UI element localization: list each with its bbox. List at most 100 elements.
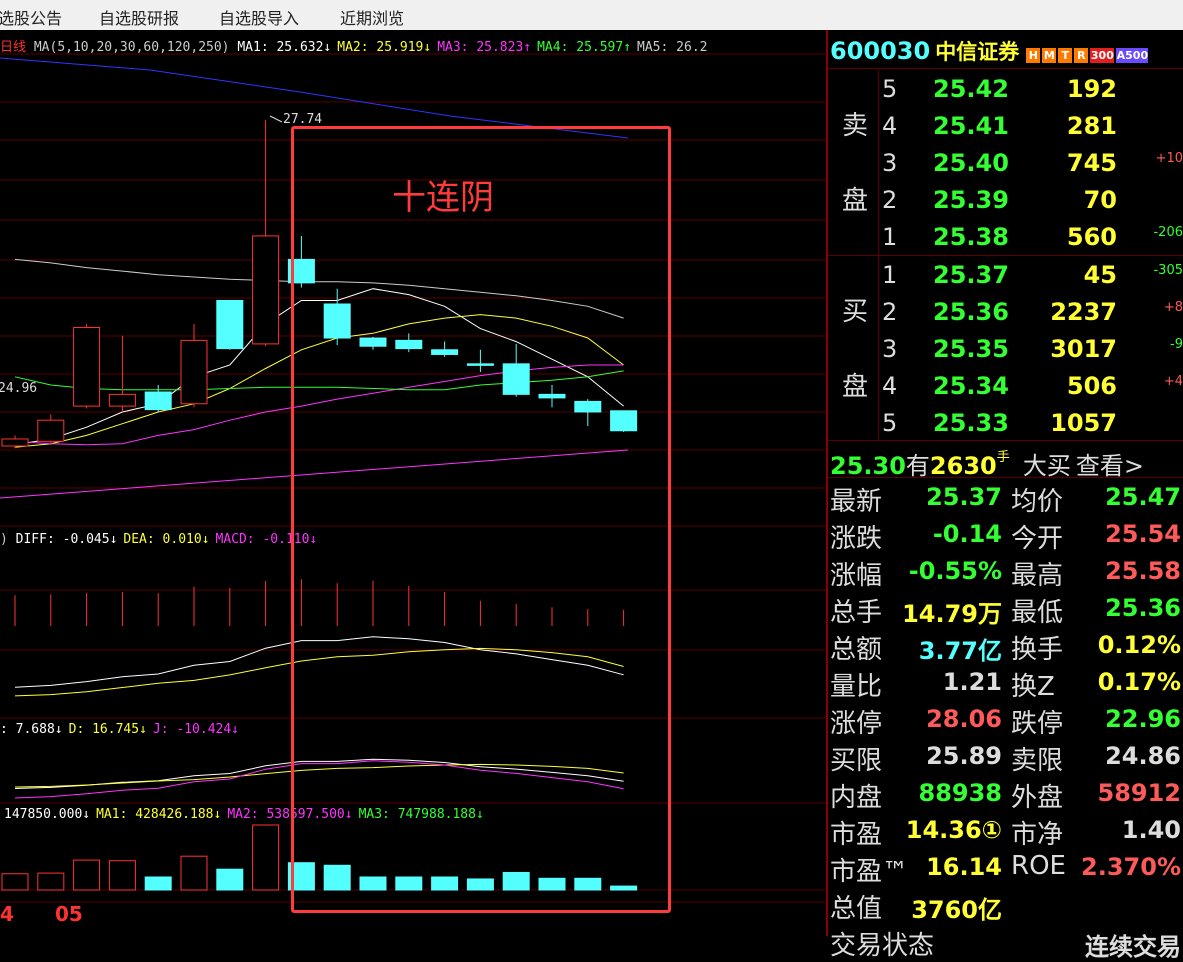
stat-value: -0.14: [932, 520, 1002, 548]
buy-level-number: 3: [882, 335, 898, 363]
sell-level-row[interactable]: 2 25.39 70: [828, 182, 1183, 219]
stat-label: 最新: [830, 487, 883, 517]
buy-level-number: 2: [882, 298, 898, 326]
divider: [828, 440, 1183, 441]
stat-label: 卖限: [1011, 746, 1064, 776]
buy-level-price: 25.35: [933, 335, 1009, 363]
candle[interactable]: [216, 299, 244, 350]
badge-300[interactable]: 300: [1090, 48, 1115, 63]
stat-label: 涨幅: [830, 561, 883, 591]
menu-item-stock-import[interactable]: 自选股导入: [219, 5, 299, 29]
buy-level-row[interactable]: 1 25.37 45 -305: [828, 257, 1183, 294]
sell-level-volume: 560: [1066, 223, 1117, 251]
stat-value: 0.12%: [1097, 631, 1181, 659]
stat-value: 25.58: [1105, 557, 1181, 585]
buy-level-row[interactable]: 5 25.33 1057: [828, 405, 1183, 442]
big-order-price: 25.30: [830, 452, 906, 480]
buy-level-price: 25.36: [933, 298, 1009, 326]
sell-level-price: 25.42: [933, 75, 1009, 103]
stat-label: 市盈: [830, 820, 883, 850]
stat-label: 今开: [1011, 524, 1064, 554]
big-order-has: 有: [905, 452, 930, 480]
stat-value: 3760亿: [911, 896, 1002, 924]
buy-level-volume: 3017: [1050, 335, 1117, 363]
badge-r[interactable]: R: [1074, 48, 1089, 63]
candle-body: [252, 235, 280, 345]
stat-label: 量比: [830, 672, 883, 702]
sell-level-price: 25.41: [933, 112, 1009, 140]
stat-value: 1.21: [942, 668, 1002, 696]
stat-label: 换Z: [1011, 672, 1055, 702]
stat-row: 总值 3760亿: [828, 886, 1183, 924]
volume-bar: [180, 855, 208, 891]
sell-level-volume: 745: [1066, 149, 1117, 177]
low-marker-label: 24.96: [0, 381, 38, 396]
sell-level-volume: 192: [1066, 75, 1117, 103]
buy-level-row[interactable]: 2 25.36 2237 +8: [828, 294, 1183, 331]
stat-row: 最新 25.37 均价 25.47: [828, 479, 1183, 517]
stat-label: 总手: [830, 598, 883, 628]
sell-level-row[interactable]: 3 25.40 745 +10: [828, 145, 1183, 182]
menu-item-stock-notices[interactable]: 选股公告: [0, 5, 62, 29]
view-big-orders-link[interactable]: 查看>: [1076, 452, 1144, 480]
stat-value: -0.55%: [908, 557, 1002, 585]
candle[interactable]: [73, 323, 101, 409]
stat-value: 1.40: [1121, 816, 1181, 844]
kline-chart-area[interactable]: 日线 MA(5,10,20,30,60,120,250) MA1: 25.632…: [0, 30, 826, 936]
stat-row: 交易状态 连续交易: [828, 923, 1183, 961]
sell-level-row[interactable]: 5 25.42 192: [828, 71, 1183, 108]
stat-label: ROE: [1011, 851, 1066, 881]
badge-a500[interactable]: A500: [1116, 48, 1149, 63]
buy-level-number: 4: [882, 372, 898, 400]
candle-body: [216, 299, 244, 350]
candle[interactable]: [252, 119, 280, 347]
stat-label: 涨跌: [830, 524, 883, 554]
stock-header[interactable]: 600030 中信证券 H M T R 300 A500: [830, 36, 1149, 66]
stat-row: 内盘 88938 外盘 58912: [828, 775, 1183, 813]
divider: [828, 477, 1183, 478]
buy-level-row[interactable]: 3 25.35 3017 -9: [828, 331, 1183, 368]
candle[interactable]: [37, 414, 65, 445]
badge-t[interactable]: T: [1058, 48, 1073, 63]
date-label-prev: 4: [0, 902, 14, 926]
candle[interactable]: [1, 435, 29, 449]
buy-level-change: -305: [1153, 263, 1183, 278]
buy-level-volume: 506: [1066, 372, 1117, 400]
high-marker-label: 27.74: [283, 112, 323, 127]
big-order-type: 大买: [1022, 452, 1071, 480]
buy-level-change: +4: [1163, 374, 1183, 389]
stat-label: 最高: [1011, 561, 1064, 591]
sell-level-number: 1: [882, 223, 898, 251]
high-marker-line: [269, 115, 283, 123]
sell-level-change: +10: [1155, 151, 1183, 166]
badge-m[interactable]: M: [1042, 48, 1057, 63]
sell-level-price: 25.39: [933, 186, 1009, 214]
menu-bar: 选股公告 自选股研报 自选股导入 近期浏览: [0, 0, 1183, 30]
buy-level-price: 25.37: [933, 261, 1009, 289]
buy-level-row[interactable]: 4 25.34 506 +4: [828, 368, 1183, 405]
sell-level-price: 25.40: [933, 149, 1009, 177]
buy-level-number: 5: [882, 409, 898, 437]
candle[interactable]: [144, 384, 172, 412]
badge-h[interactable]: H: [1026, 48, 1041, 63]
menu-item-stock-research[interactable]: 自选股研报: [99, 5, 179, 29]
big-order-qty: 2630: [929, 452, 997, 480]
stat-value: 28.06: [926, 705, 1002, 733]
volume-bar: [73, 859, 101, 891]
menu-item-recent-browse[interactable]: 近期浏览: [340, 5, 404, 29]
sell-level-row[interactable]: 1 25.38 560 -206: [828, 219, 1183, 256]
stat-value: 25.37: [926, 483, 1002, 511]
buy-level-number: 1: [882, 261, 898, 289]
annotation-label: 十连阴: [392, 178, 494, 218]
divider: [828, 255, 1183, 256]
stat-label: 外盘: [1011, 783, 1064, 813]
sell-level-change: -206: [1153, 225, 1183, 240]
candle-body: [37, 419, 65, 442]
stat-label: 总值: [830, 894, 883, 924]
stat-label: 涨停: [830, 709, 883, 739]
stat-value: 25.89: [926, 742, 1002, 770]
quote-panel: 600030 中信证券 H M T R 300 A500 卖 盘 5 25.42 192 4 25…: [826, 30, 1183, 961]
big-order-row[interactable]: 25.30有2630手 大买 查看>: [830, 446, 1144, 481]
volume-bar: [108, 860, 136, 891]
sell-level-row[interactable]: 4 25.41 281: [828, 108, 1183, 145]
